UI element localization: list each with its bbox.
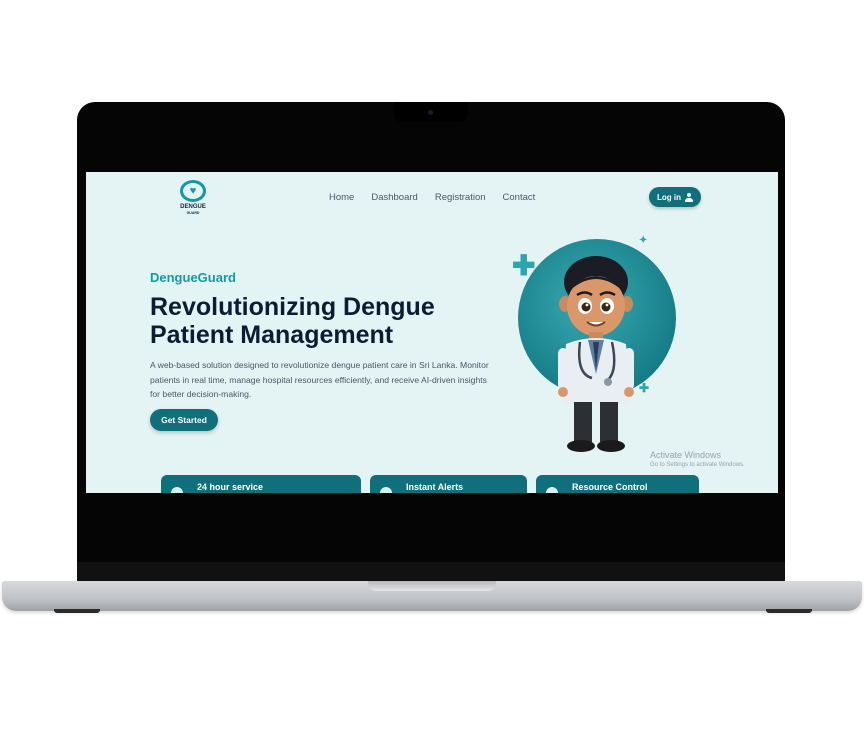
check-icon: [546, 487, 558, 493]
heart-logo-icon: ♥: [180, 180, 206, 202]
headline-line-2: Patient Management: [150, 321, 394, 349]
laptop-foot-right: [766, 609, 812, 613]
logo-title: DENGUE: [180, 204, 206, 210]
watermark-subtitle: Go to Settings to activate Windows.: [650, 462, 745, 468]
nav-registration[interactable]: Registration: [435, 192, 486, 203]
camera-notch: [394, 102, 468, 122]
login-button[interactable]: Log in: [649, 187, 701, 207]
base-groove: [368, 581, 496, 591]
watermark-title: Activate Windows: [650, 450, 722, 460]
headline-line-1: Revolutionizing Dengue: [150, 293, 435, 321]
sparkle-plus-icon: ✦: [639, 235, 648, 246]
feature-card-instant-alerts[interactable]: Instant Alerts: [370, 475, 527, 493]
feature-label: 24 hour service: [197, 482, 264, 492]
feature-card-24-hour-service[interactable]: 24 hour service: [161, 475, 361, 493]
feature-card-resource-control[interactable]: Resource Control: [536, 475, 699, 493]
laptop-base: [2, 581, 862, 611]
feature-label: Resource Control: [572, 482, 648, 492]
laptop-foot-left: [54, 609, 100, 613]
feature-label: Instant Alerts: [406, 482, 464, 492]
hero-brand: DengueGuard: [150, 270, 236, 285]
nav-contact[interactable]: Contact: [503, 192, 536, 203]
hero-description: A web-based solution designed to revolut…: [150, 360, 489, 399]
user-icon: [685, 193, 693, 202]
logo[interactable]: ♥ DENGUE GUARD: [178, 180, 208, 215]
hero-headline: Revolutionizing Dengue Patient Managemen…: [150, 293, 510, 349]
get-started-button[interactable]: Get Started: [150, 409, 218, 431]
doctor-illustration: [558, 256, 634, 452]
logo-subtitle: GUARD: [186, 211, 200, 215]
nav-dashboard[interactable]: Dashboard: [371, 192, 417, 203]
camera-icon: [428, 110, 433, 115]
main-nav: Home Dashboard Registration Contact: [329, 192, 535, 203]
website-screen: ♥ DENGUE GUARD Home Dashboard Registrati…: [86, 172, 778, 493]
medical-cross-icon: ✚: [512, 250, 536, 281]
bell-icon: [380, 487, 392, 493]
sparkle-plus-icon: ✚: [639, 381, 650, 395]
activate-windows-watermark: Activate Windows Go to Settings to activ…: [650, 450, 745, 468]
login-label: Log in: [657, 192, 681, 202]
laptop-mockup: ♥ DENGUE GUARD Home Dashboard Registrati…: [0, 0, 864, 735]
clock-icon: [171, 487, 183, 493]
nav-home[interactable]: Home: [329, 192, 354, 203]
